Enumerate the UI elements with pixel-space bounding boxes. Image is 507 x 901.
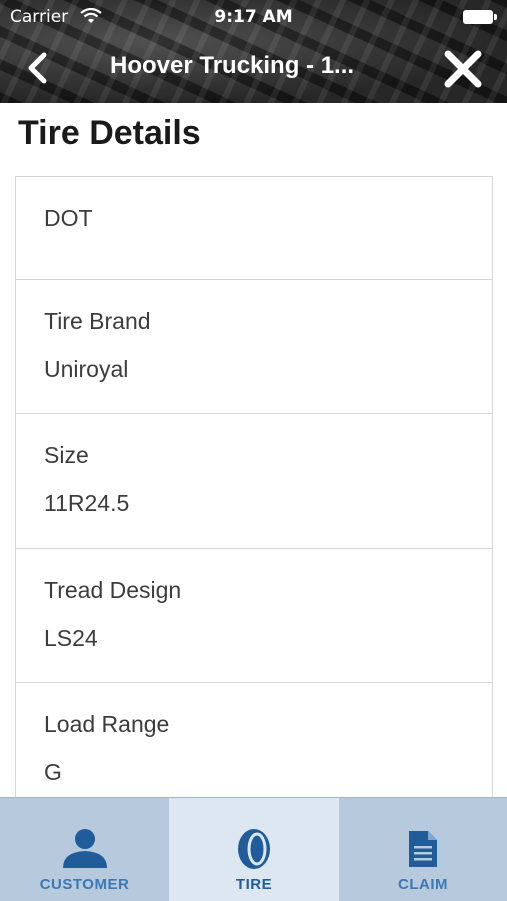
page-title: Tire Details xyxy=(18,114,201,152)
close-button[interactable] xyxy=(440,46,486,92)
chevron-left-icon xyxy=(28,52,47,84)
document-icon xyxy=(408,830,438,872)
detail-value: 11R24.5 xyxy=(44,490,130,516)
detail-row-tread-design: Tread Design LS24 xyxy=(16,549,492,683)
tab-label: CUSTOMER xyxy=(39,876,130,893)
tab-label: CLAIM xyxy=(398,876,448,893)
tab-claim[interactable]: CLAIM xyxy=(339,798,507,901)
tab-bar: CUSTOMER TIRE CLAIM xyxy=(0,797,507,901)
detail-row-tire-brand: Tire Brand Uniroyal xyxy=(16,280,492,414)
detail-label: DOT xyxy=(44,205,93,231)
detail-row-size: Size 11R24.5 xyxy=(16,414,492,549)
detail-value: G xyxy=(44,759,62,785)
tab-tire[interactable]: TIRE xyxy=(169,798,339,901)
detail-value: Uniroyal xyxy=(44,356,129,382)
tire-details-card: DOT Tire Brand Uniroyal Size 11R24.5 Tre… xyxy=(15,176,493,817)
person-icon xyxy=(60,828,110,874)
status-bar: Carrier 9:17 AM xyxy=(0,0,507,36)
detail-label: Tread Design xyxy=(44,577,182,603)
tab-label: TIRE xyxy=(235,876,273,893)
detail-label: Size xyxy=(44,442,89,468)
tire-icon xyxy=(237,828,271,874)
header: Carrier 9:17 AM Hoover Trucking - 1... xyxy=(0,0,507,103)
back-button[interactable] xyxy=(18,46,58,90)
nav-title: Hoover Trucking - 1... xyxy=(110,52,355,79)
battery-icon xyxy=(463,10,497,24)
detail-label: Tire Brand xyxy=(44,308,151,334)
detail-label: Load Range xyxy=(44,711,170,737)
detail-value: LS24 xyxy=(44,625,98,651)
status-time: 9:17 AM xyxy=(214,7,293,27)
tab-customer[interactable]: CUSTOMER xyxy=(0,798,169,901)
detail-row-dot: DOT xyxy=(16,177,492,280)
close-icon xyxy=(444,50,482,88)
